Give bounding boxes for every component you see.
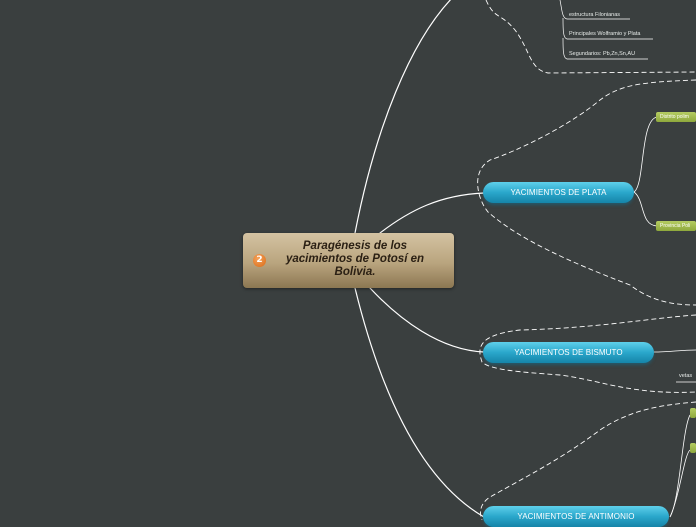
connector-bismuto <box>369 287 485 353</box>
subtopic-distrito[interactable]: Distrito polim <box>656 112 696 122</box>
connector-plata-provincia <box>633 191 658 227</box>
connector-top-branch <box>354 0 452 234</box>
connector-antimonio-branch2 <box>669 449 691 518</box>
subtopic-antimonio-1[interactable] <box>690 408 696 418</box>
leaf-secundarios[interactable]: Segundarios: Pb,Zn,Sn,AU <box>569 50 635 58</box>
central-topic-title: Paragénesis de los yacimientos de Potosí… <box>285 240 425 278</box>
connector-plata-distrito <box>633 116 658 193</box>
subtopic-provincia[interactable]: Provincia Poli <box>656 221 696 231</box>
boundary-antimonio <box>480 401 696 520</box>
topic-number-badge: 2 <box>253 254 266 267</box>
connector-plata <box>379 192 485 234</box>
topic-yacimientos-plata[interactable]: YACIMIENTOS DE PLATA <box>483 182 634 203</box>
leaf-vetas[interactable]: vetas <box>679 372 692 380</box>
connector-antimonio <box>354 287 485 518</box>
subtopic-antimonio-2[interactable] <box>690 443 696 453</box>
topic-yacimientos-bismuto[interactable]: YACIMIENTOS DE BISMUTO <box>483 342 654 363</box>
central-topic[interactable]: 2 Paragénesis de los yacimientos de Poto… <box>243 233 454 288</box>
leaf-estructura-filonianas[interactable]: estructura Filonianas <box>569 11 620 19</box>
connector-antimonio-branch <box>669 414 691 518</box>
leaf-principales[interactable]: Principales Wolframio y Plata <box>569 30 640 38</box>
connector-bismuto-right <box>653 349 696 353</box>
topic-yacimientos-antimonio[interactable]: YACIMIENTOS DE ANTIMONIO <box>483 506 669 527</box>
